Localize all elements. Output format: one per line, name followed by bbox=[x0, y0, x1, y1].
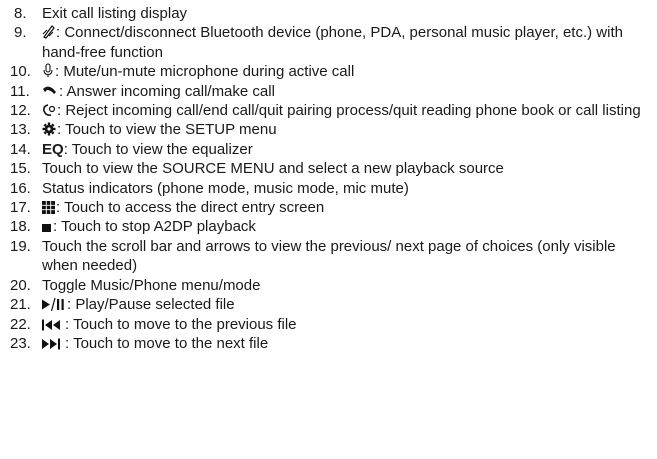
next-track-icon bbox=[42, 338, 64, 350]
list-item: 19. Touch the scroll bar and arrows to vi… bbox=[10, 237, 650, 276]
item-number: 14. bbox=[10, 140, 31, 158]
item-text: Toggle Music/Phone menu/mode bbox=[42, 276, 261, 294]
item-text: : Touch to stop A2DP playback bbox=[53, 218, 256, 236]
item-number: 13. bbox=[10, 121, 31, 139]
bluetooth-connect-icon bbox=[42, 24, 55, 40]
item-text: : Mute/un-mute microphone during active … bbox=[55, 63, 355, 81]
item-text: Touch to view the SOURCE MENU and select… bbox=[42, 160, 504, 178]
list-item: 23. : Touch to move to the next file bbox=[10, 334, 650, 353]
list-item: 14. EQ: Touch to view the equalizer bbox=[10, 140, 650, 159]
item-number: 21. bbox=[10, 296, 31, 314]
list-item: 11. : Answer incoming call/make call bbox=[10, 82, 650, 101]
previous-track-icon bbox=[42, 319, 64, 331]
item-number: 15. bbox=[10, 160, 31, 178]
item-text: Status indicators (phone mode, music mod… bbox=[42, 179, 409, 197]
item-number: 17. bbox=[10, 199, 31, 217]
item-number: 16. bbox=[10, 179, 31, 197]
list-item: 9. : Connect/disconnect Bluetooth device… bbox=[10, 23, 650, 62]
list-item: 16. Status indicators (phone mode, music … bbox=[10, 179, 650, 198]
list-item: 17. : Touch to access the direct entry s… bbox=[10, 198, 650, 217]
end-call-icon bbox=[42, 103, 56, 117]
item-text: : Touch to move to the next file bbox=[65, 334, 269, 352]
document-page: { "items": [ {"num": "8.", "text": "Exit… bbox=[0, 0, 657, 459]
item-text: Exit call listing display bbox=[42, 5, 188, 22]
item-text: Touch the scroll bar and arrows to view … bbox=[42, 237, 616, 275]
list-item: 20. Toggle Music/Phone menu/mode bbox=[10, 276, 650, 295]
list-item: 21. : Play/Pause selected file bbox=[10, 295, 650, 314]
list-item: 12. : Reject incoming call/end call/quit… bbox=[10, 101, 650, 120]
list-item: 8. Exit call listing display bbox=[10, 4, 650, 23]
item-text: : Touch to access the direct entry scree… bbox=[56, 199, 325, 217]
item-text: : Touch to view the SETUP menu bbox=[57, 121, 277, 139]
item-number: 9. bbox=[14, 24, 27, 42]
item-number: 18. bbox=[10, 218, 31, 236]
list-item: 18. : Touch to stop A2DP playback bbox=[10, 217, 650, 236]
list-item: 22. : Touch to move to the previous file bbox=[10, 315, 650, 334]
item-text: : Play/Pause selected file bbox=[67, 296, 235, 314]
list-item: 10. : Mute/un-mute microphone during act… bbox=[10, 62, 650, 81]
list-item: 15. Touch to view the SOURCE MENU and sel… bbox=[10, 159, 650, 178]
item-number: 22. bbox=[10, 315, 31, 333]
item-number: 8. bbox=[14, 5, 27, 22]
keypad-grid-icon bbox=[42, 201, 55, 215]
play-pause-icon bbox=[42, 298, 66, 312]
item-text: : Reject incoming call/end call/quit pai… bbox=[57, 102, 641, 120]
item-number: 20. bbox=[10, 276, 31, 294]
item-text: : Touch to view the equalizer bbox=[63, 140, 253, 158]
item-number: 19. bbox=[10, 237, 31, 255]
item-number: 12. bbox=[10, 102, 31, 120]
item-text: : Connect/disconnect Bluetooth device (p… bbox=[42, 24, 623, 61]
answer-call-icon bbox=[42, 84, 58, 98]
item-text: : Touch to move to the previous file bbox=[65, 315, 297, 333]
item-number: 23. bbox=[10, 334, 31, 352]
item-text: : Answer incoming call/make call bbox=[59, 82, 275, 100]
item-number: 10. bbox=[10, 63, 31, 81]
gear-icon bbox=[42, 122, 56, 136]
eq-label: EQ bbox=[42, 140, 64, 158]
instruction-list: 8. Exit call listing display 9. : Connect… bbox=[10, 4, 650, 353]
stop-icon bbox=[42, 223, 52, 233]
microphone-icon bbox=[42, 63, 54, 78]
list-item: 13. : Touch to view the SETUP menu bbox=[10, 120, 650, 139]
item-number: 11. bbox=[10, 82, 30, 100]
